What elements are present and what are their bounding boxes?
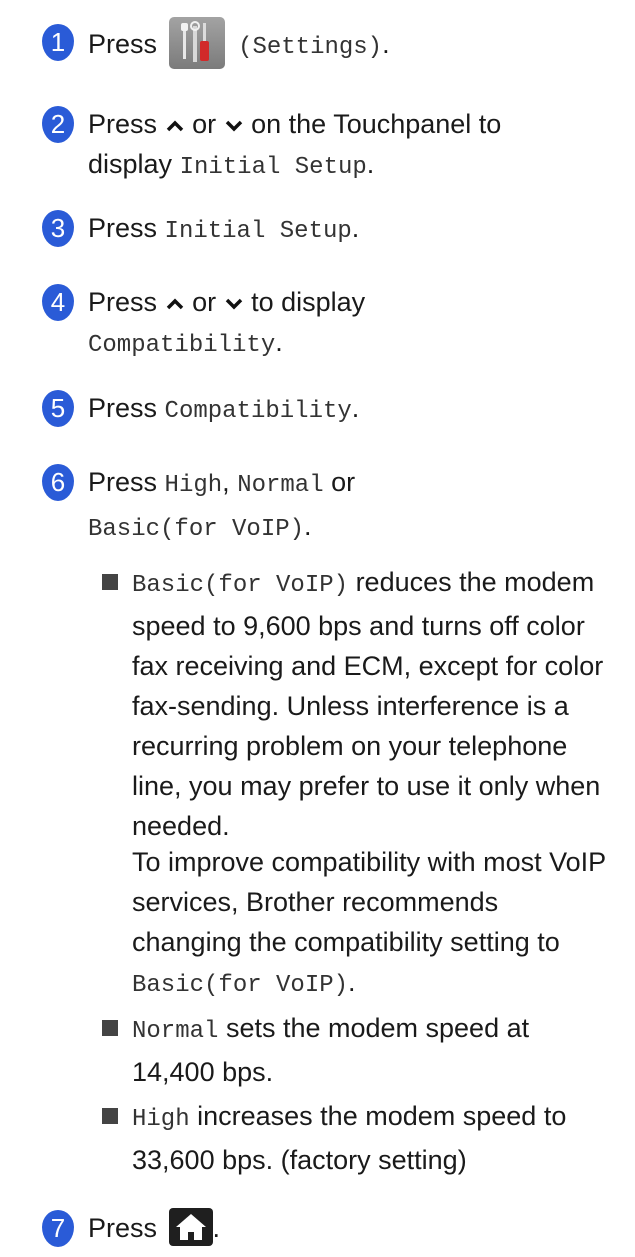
- step-3-text: Press Initial Setup.: [88, 208, 608, 252]
- voip-recommendation: To improve compatibility with most VoIP …: [132, 842, 614, 1006]
- step-6-tail: .: [304, 511, 312, 541]
- compatibility-option: Compatibility: [164, 398, 352, 425]
- bullet-normal: Normal sets the modem speed at 14,400 bp…: [102, 1008, 614, 1092]
- step-4-text: Press or to display Compatibility.: [88, 282, 608, 366]
- settings-label: (Settings): [238, 34, 383, 62]
- step-5-text: Press Compatibility.: [88, 388, 608, 432]
- step-1-press: Press: [88, 29, 158, 60]
- basic-voip-option: Basic(for VoIP): [132, 972, 349, 999]
- step-5-tail: .: [351, 393, 360, 423]
- step-6-or: or: [331, 467, 356, 497]
- step-7-press: Press: [88, 1213, 158, 1243]
- bullet-basic-voip: Basic(for VoIP) reduces the modem speed …: [102, 562, 614, 846]
- step-2-tail2: .: [366, 149, 375, 179]
- bullet-marker: [102, 1108, 118, 1124]
- step-number-5: 5: [42, 390, 74, 427]
- chevron-up-icon: [166, 298, 183, 310]
- step-1-text: Press (Settings).: [88, 17, 608, 72]
- step-1-tail: .: [382, 29, 390, 60]
- bullet-high-text: increases the modem speed to 33,600 bps.…: [132, 1101, 567, 1175]
- step-3-tail: .: [351, 213, 360, 243]
- step-number-7: 7: [42, 1210, 74, 1247]
- initial-setup-option: Initial Setup: [179, 154, 367, 181]
- bullet-marker: [102, 574, 118, 590]
- voip-recommendation-tail: .: [348, 967, 356, 997]
- step-4-press: Press: [88, 287, 158, 317]
- chevron-down-icon: [225, 120, 242, 132]
- normal-option: Normal: [132, 1018, 219, 1045]
- compatibility-option: Compatibility: [88, 332, 276, 359]
- step-2-press: Press: [88, 109, 158, 139]
- step-number-1: 1: [42, 24, 74, 61]
- high-option: High: [164, 472, 223, 499]
- bullet-high: High increases the modem speed to 33,600…: [102, 1096, 614, 1180]
- settings-icon: [168, 17, 225, 69]
- step-6-comma: ,: [222, 467, 230, 497]
- home-icon: [175, 1213, 206, 1240]
- step-number-2: 2: [42, 106, 74, 143]
- normal-option: Normal: [237, 472, 324, 499]
- step-5-press: Press: [88, 393, 158, 423]
- chevron-up-icon: [166, 120, 183, 132]
- step-number-3: 3: [42, 210, 74, 247]
- step-2-display: display: [88, 149, 173, 179]
- step-2-or: or: [192, 109, 217, 139]
- basic-voip-option: Basic(for VoIP): [132, 572, 349, 599]
- step-6-text: Press High, Normal or Basic(for VoIP).: [88, 462, 608, 550]
- step-4-or: or: [192, 287, 217, 317]
- chevron-down-icon: [225, 298, 242, 310]
- home-button: [168, 1207, 213, 1246]
- step-6-press: Press: [88, 467, 158, 497]
- step-2-text: Press or on the Touchpanel to display In…: [88, 104, 608, 188]
- step-number-4: 4: [42, 284, 74, 321]
- step-7-text: Press .: [88, 1207, 608, 1249]
- bullet-basic-voip-text: reduces the modem speed to 9,600 bps and…: [132, 567, 604, 841]
- step-4-tail2: .: [275, 327, 283, 357]
- step-4-tail1: to display: [251, 287, 366, 317]
- bullet-marker: [102, 1020, 118, 1036]
- initial-setup-option: Initial Setup: [164, 218, 352, 245]
- step-7-tail: .: [212, 1213, 221, 1243]
- step-3-press: Press: [88, 213, 158, 243]
- voip-recommendation-text: To improve compatibility with most VoIP …: [132, 847, 606, 957]
- step-2-tail1: on the Touchpanel to: [251, 109, 502, 139]
- high-option: High: [132, 1106, 190, 1133]
- basic-voip-option: Basic(for VoIP): [88, 516, 305, 543]
- settings-tools-icon: [180, 21, 209, 62]
- step-number-6: 6: [42, 464, 74, 501]
